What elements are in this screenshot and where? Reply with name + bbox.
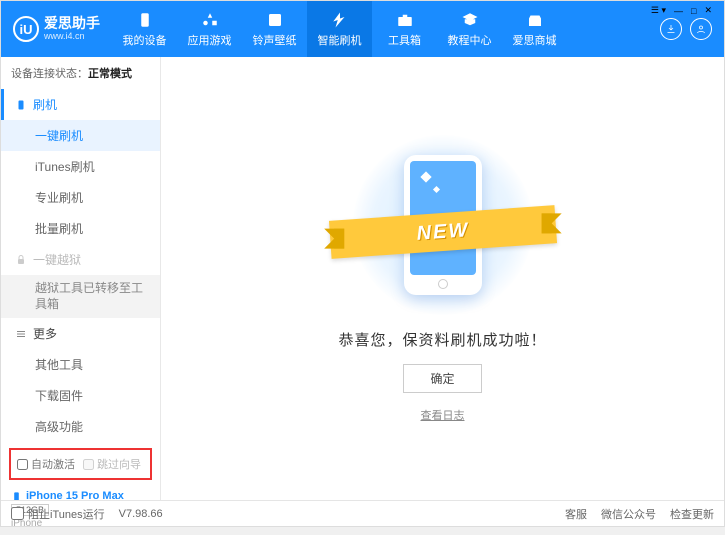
home-button-icon [438, 279, 448, 289]
section-flash[interactable]: 刷机 [1, 89, 160, 120]
nav-label: 智能刷机 [318, 32, 362, 48]
section-label: 更多 [33, 325, 57, 342]
main-content: NEW 恭喜您，保资料刷机成功啦！ 确定 查看日志 [161, 57, 724, 500]
footer-link-support[interactable]: 客服 [565, 506, 587, 522]
block-itunes-input[interactable] [11, 507, 24, 520]
titlebar-wrap: ☰ ▾ — □ ✕ iU 爱思助手 www.i4.cn 我的设备 应用游 [1, 1, 724, 57]
download-button[interactable] [660, 18, 682, 40]
checkbox-block-itunes[interactable]: 阻止iTunes运行 [11, 506, 105, 522]
conn-value: 正常模式 [88, 68, 132, 80]
nav-my-device[interactable]: 我的设备 [112, 1, 177, 57]
checkbox-label: 自动激活 [31, 456, 75, 472]
device-icon [136, 11, 154, 29]
store-icon [526, 11, 544, 29]
section-label: 一键越狱 [33, 251, 81, 268]
nav-ringtone-wallpaper[interactable]: 铃声壁纸 [242, 1, 307, 57]
section-label: 刷机 [33, 96, 57, 113]
app-url: www.i4.cn [44, 32, 100, 42]
app-window: ☰ ▾ — □ ✕ iU 爱思助手 www.i4.cn 我的设备 应用游 [0, 0, 725, 527]
footer: 阻止iTunes运行 V7.98.66 客服 微信公众号 检查更新 [1, 500, 724, 526]
nav-label: 教程中心 [448, 32, 492, 48]
sidebar-item-other-tools[interactable]: 其他工具 [1, 349, 160, 380]
sidebar-item-download-firmware[interactable]: 下载固件 [1, 380, 160, 411]
maximize-icon[interactable]: □ [691, 6, 696, 16]
sidebar-item-pro-flash[interactable]: 专业刷机 [1, 182, 160, 213]
connection-status: 设备连接状态：正常模式 [1, 57, 160, 89]
top-nav: 我的设备 应用游戏 铃声壁纸 智能刷机 工具箱 [112, 1, 567, 57]
skip-setup-input [83, 459, 94, 470]
logo-icon: iU [13, 16, 39, 42]
section-jailbreak: 一键越狱 [1, 244, 160, 275]
more-icon [15, 328, 27, 340]
jailbreak-note: 越狱工具已转移至工具箱 [1, 275, 160, 318]
nav-label: 工具箱 [388, 32, 421, 48]
logo: iU 爱思助手 www.i4.cn [13, 16, 100, 42]
nav-tutorials[interactable]: 教程中心 [437, 1, 502, 57]
checkbox-skip-setup[interactable]: 跳过向导 [83, 456, 141, 472]
footer-link-wechat[interactable]: 微信公众号 [601, 506, 656, 522]
checkbox-label: 阻止iTunes运行 [28, 506, 105, 522]
nav-store[interactable]: 爱思商城 [502, 1, 567, 57]
wallpaper-icon [266, 11, 284, 29]
checkbox-label: 跳过向导 [97, 456, 141, 472]
window-controls: ☰ ▾ — □ ✕ [651, 5, 712, 16]
nav-toolbox[interactable]: 工具箱 [372, 1, 437, 57]
options-highlight-box: 自动激活 跳过向导 [9, 448, 152, 480]
sidebar-item-batch-flash[interactable]: 批量刷机 [1, 213, 160, 244]
header-actions [660, 18, 712, 40]
header: iU 爱思助手 www.i4.cn 我的设备 应用游戏 铃声壁纸 [1, 1, 724, 57]
success-message: 恭喜您，保资料刷机成功啦！ [338, 329, 546, 350]
auto-activate-input[interactable] [17, 459, 28, 470]
app-title: 爱思助手 [44, 16, 100, 31]
sidebar: 设备连接状态：正常模式 刷机 一键刷机 iTunes刷机 专业刷机 批量刷机 一… [1, 57, 161, 500]
nav-label: 我的设备 [123, 32, 167, 48]
user-button[interactable] [690, 18, 712, 40]
version-label: V7.98.66 [119, 508, 163, 520]
checkbox-auto-activate[interactable]: 自动激活 [17, 456, 75, 472]
toolbox-icon [396, 11, 414, 29]
sidebar-item-oneclick-flash[interactable]: 一键刷机 [1, 120, 160, 151]
body: 设备连接状态：正常模式 刷机 一键刷机 iTunes刷机 专业刷机 批量刷机 一… [1, 57, 724, 500]
view-log-link[interactable]: 查看日志 [421, 407, 465, 423]
menu-icon[interactable]: ☰ ▾ [651, 5, 666, 16]
conn-label: 设备连接状态： [11, 68, 88, 80]
apps-icon [201, 11, 219, 29]
banner-text: NEW [415, 218, 469, 245]
lock-icon [15, 254, 27, 266]
sidebar-item-itunes-flash[interactable]: iTunes刷机 [1, 151, 160, 182]
nav-apps-games[interactable]: 应用游戏 [177, 1, 242, 57]
close-icon[interactable]: ✕ [704, 5, 712, 16]
logo-text: 爱思助手 www.i4.cn [44, 16, 100, 41]
flash-icon [331, 11, 349, 29]
section-more[interactable]: 更多 [1, 318, 160, 349]
success-illustration: NEW [348, 135, 538, 315]
confirm-button[interactable]: 确定 [403, 364, 481, 393]
footer-link-update[interactable]: 检查更新 [670, 506, 714, 522]
minimize-icon[interactable]: — [674, 6, 683, 16]
tutorial-icon [461, 11, 479, 29]
nav-label: 应用游戏 [188, 32, 232, 48]
nav-smart-flash[interactable]: 智能刷机 [307, 1, 372, 57]
nav-label: 爱思商城 [513, 32, 557, 48]
phone-icon [15, 99, 27, 111]
footer-links: 客服 微信公众号 检查更新 [565, 506, 714, 522]
sidebar-item-advanced[interactable]: 高级功能 [1, 411, 160, 442]
nav-label: 铃声壁纸 [253, 32, 297, 48]
